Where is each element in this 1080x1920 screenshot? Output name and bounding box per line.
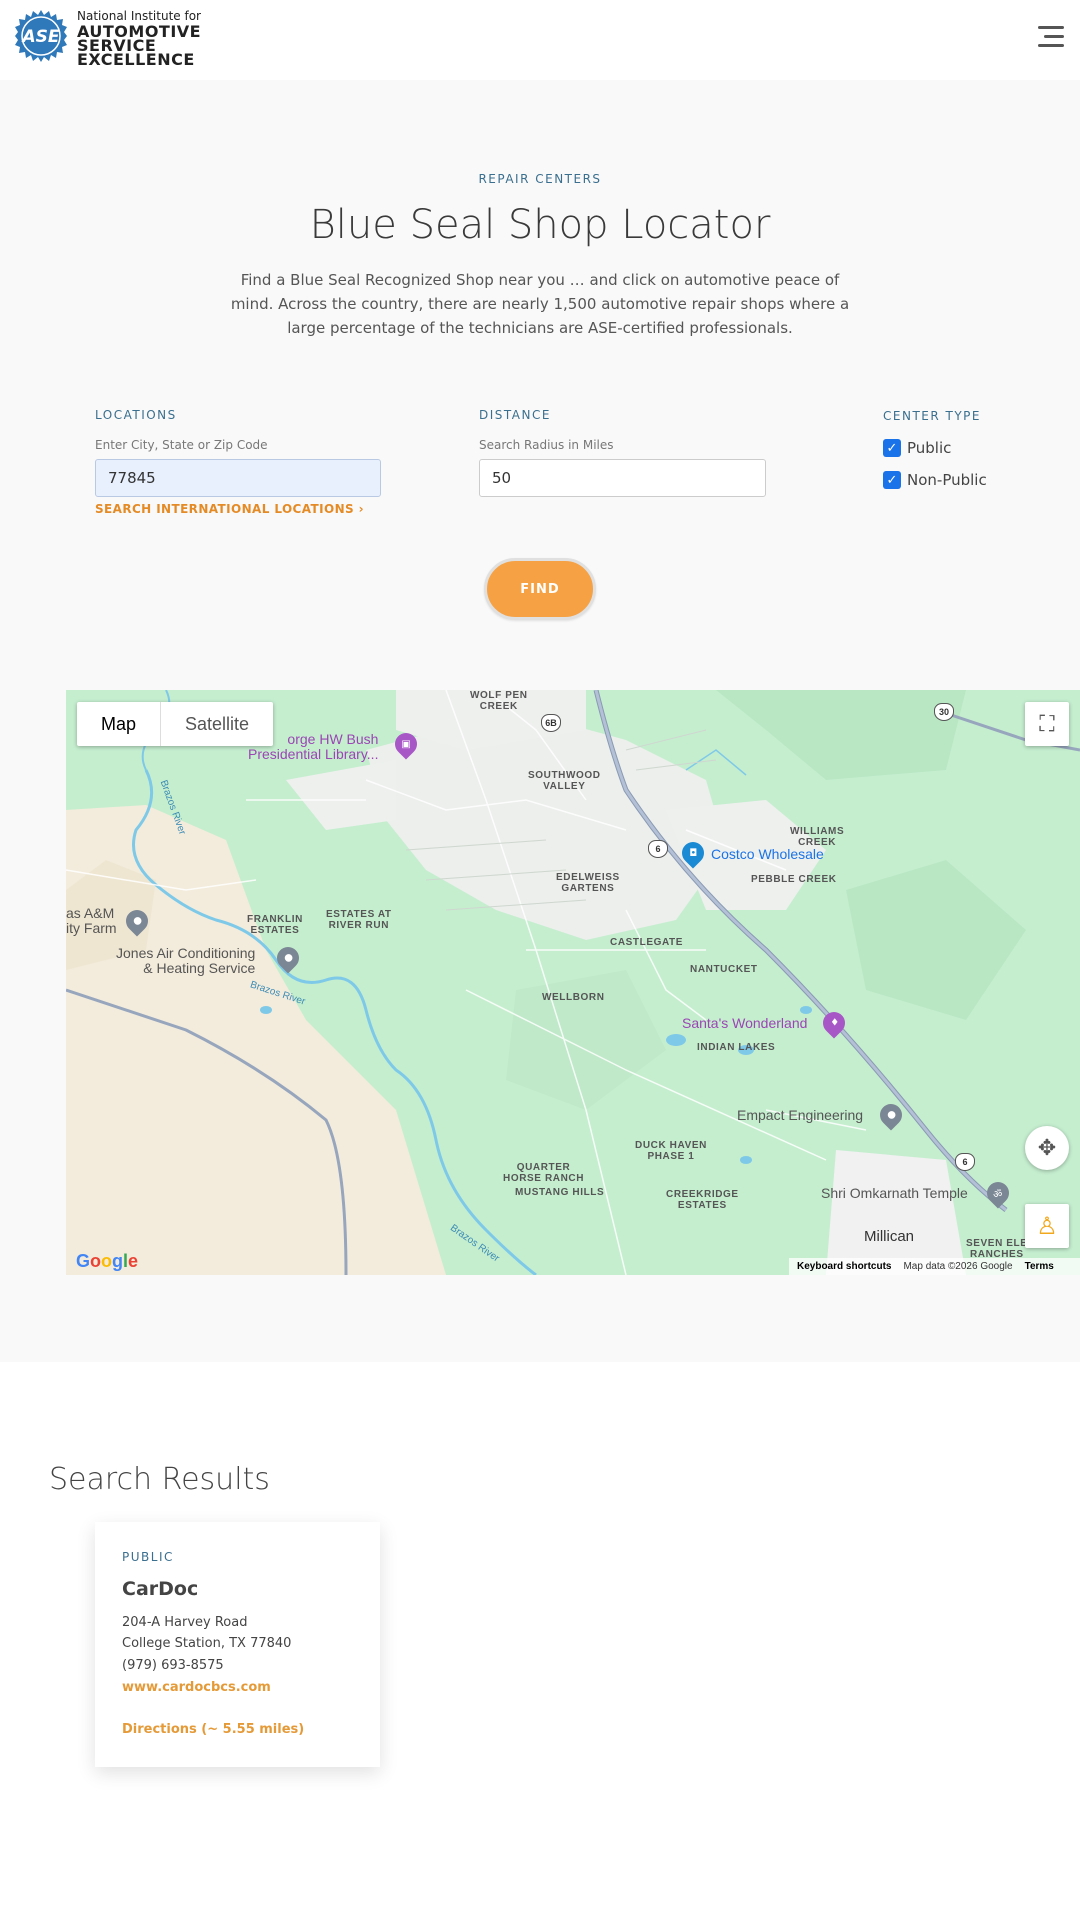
chevron-right-icon: › [358,502,364,516]
map-label-indian-lakes: INDIAN LAKES [697,1042,776,1053]
map-label-am-farm[interactable]: as A&M ity Farm [66,906,117,936]
keyboard-shortcuts-link[interactable]: Keyboard shortcuts [797,1261,891,1272]
highway-shield-icon: 6 [648,840,668,858]
hamburger-menu-icon[interactable] [1038,26,1064,50]
map-label-costco[interactable]: Costco Wholesale [711,847,824,862]
distance-input[interactable]: 50 [479,459,766,497]
page-title: Blue Seal Shop Locator [309,202,771,248]
map-label-seven-elm: SEVEN ELE RANCHES [966,1238,1028,1260]
shop-phone[interactable]: (979) 693-8575 [122,1658,224,1673]
map-label-southwood: SOUTHWOOD VALLEY [528,770,601,792]
distance-label: DISTANCE [479,408,551,422]
map-label-wolf-pen: WOLF PEN CREEK [470,690,528,712]
logo-mark: ASE [20,27,59,47]
map-label-jones[interactable]: Jones Air Conditioning & Heating Service [116,946,255,976]
directions-link[interactable]: Directions (~ 5.55 miles) [122,1722,304,1737]
nonpublic-checkbox[interactable]: ✓ [883,471,901,489]
map-label-edelweiss: EDELWEISS GARTENS [556,872,620,894]
logo-line-1: National Institute for [77,9,201,23]
map-pan-control-icon[interactable]: ✥ [1025,1126,1069,1170]
shop-website-link[interactable]: www.cardocbcs.com [122,1680,271,1695]
locations-hint: Enter City, State or Zip Code [95,438,268,452]
fullscreen-icon[interactable]: ⛶ [1025,702,1069,746]
highway-shield-icon: 6B [541,714,561,732]
map-label-millican: Millican [864,1228,915,1245]
international-locations-label: SEARCH INTERNATIONAL LOCATIONS [95,502,355,516]
ase-logo-icon[interactable]: ASE [15,10,67,62]
find-button[interactable]: FIND [484,558,596,620]
locations-label: LOCATIONS [95,408,177,422]
map-attribution: Keyboard shortcuts Map data ©2026 Google… [789,1258,1080,1275]
terms-link[interactable]: Terms [1025,1261,1054,1272]
intro-text: Find a Blue Seal Recognized Shop near yo… [230,271,850,337]
public-checkbox[interactable]: ✓ [883,439,901,457]
satellite-tab[interactable]: Satellite [160,702,273,746]
map-label-duck-haven: DUCK HAVEN PHASE 1 [635,1140,707,1162]
site-header: ASE National Institute for AUTOMOTIVE SE… [0,0,1080,80]
map-label-quarter-horse: QUARTER HORSE RANCH [503,1162,585,1184]
nonpublic-checkbox-row[interactable]: ✓ Non-Public [883,471,987,489]
map-label-franklin: FRANKLIN ESTATES [247,914,303,936]
map-label-mustang-hills: MUSTANG HILLS [515,1187,605,1198]
logo-wordmark[interactable]: National Institute for AUTOMOTIVE SERVIC… [77,9,201,69]
nonpublic-checkbox-label: Non-Public [907,471,987,489]
map-label-pebble-creek: PEBBLE CREEK [751,874,837,885]
public-checkbox-row[interactable]: ✓ Public [883,439,951,457]
section-eyebrow: REPAIR CENTERS [478,172,602,186]
map-label-santas-wonderland[interactable]: Santa's Wonderland [682,1016,807,1031]
map-tab[interactable]: Map [77,702,160,746]
highway-shield-icon: 6 [955,1153,975,1171]
map-label-estates-river-run: ESTATES AT RIVER RUN [326,909,392,931]
map-label-omkarnath[interactable]: Shri Omkarnath Temple [821,1186,968,1201]
center-type-badge: PUBLIC [122,1550,174,1564]
result-card: PUBLIC CarDoc 204-A Harvey Road College … [95,1522,380,1767]
shop-address-line1: 204-A Harvey Road [122,1615,248,1630]
google-logo[interactable]: Google [76,1251,138,1272]
international-locations-link[interactable]: SEARCH INTERNATIONAL LOCATIONS › [95,502,364,516]
location-input[interactable]: 77845 [95,459,381,497]
map-label-creekridge: CREEKRIDGE ESTATES [666,1189,739,1211]
map-label-wellborn: WELLBORN [542,992,605,1003]
map-label-castlegate: CASTLEGATE [610,937,684,948]
center-type-label: CENTER TYPE [883,409,981,423]
map-label-nantucket: NANTUCKET [690,964,758,975]
public-checkbox-label: Public [907,439,952,457]
map-label-williams-creek: WILLIAMS CREEK [790,826,845,848]
distance-hint: Search Radius in Miles [479,438,614,452]
map-label-empact[interactable]: Empact Engineering [737,1108,863,1123]
map-view[interactable]: WOLF PEN CREEK orge HW Bush Presidential L… [66,690,1080,1275]
logo-line-4: EXCELLENCE [77,50,195,69]
map-type-toggle[interactable]: Map Satellite [77,702,274,746]
shop-address-line2: College Station, TX 77840 [122,1636,292,1651]
results-title: Search Results [49,1462,270,1497]
shop-name: CarDoc [122,1578,199,1600]
highway-shield-icon: 30 [934,703,954,721]
pegman-street-view-icon[interactable]: ♙ [1025,1204,1069,1248]
map-data-text: Map data ©2026 Google [903,1261,1013,1272]
